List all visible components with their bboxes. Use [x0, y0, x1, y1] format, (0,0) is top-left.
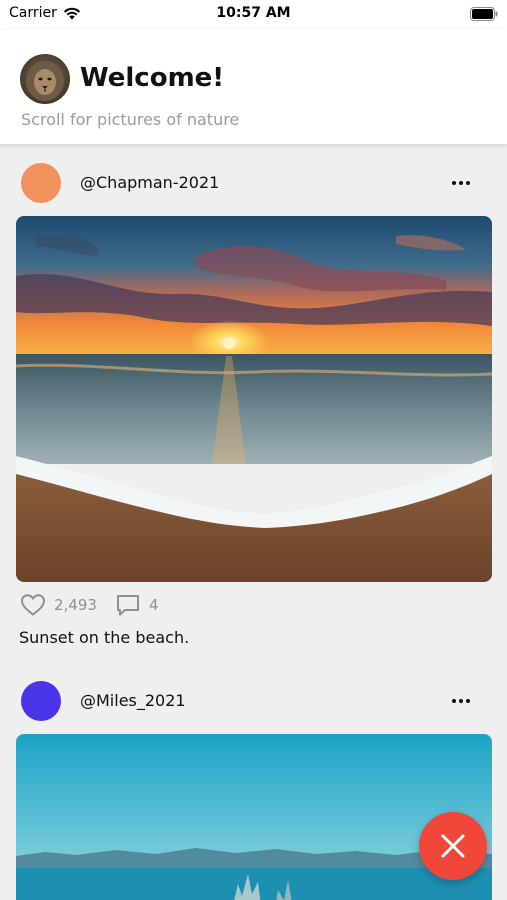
comment-count: 4 — [148, 596, 159, 614]
avatar[interactable] — [20, 54, 70, 104]
post-avatar[interactable] — [21, 681, 61, 721]
page-subtitle: Scroll for pictures of nature — [21, 110, 240, 129]
post-avatar[interactable] — [21, 163, 61, 203]
sunset-beach-photo — [16, 216, 492, 582]
comment-icon — [116, 595, 139, 616]
comment-button[interactable]: 4 — [115, 593, 159, 617]
status-bar: Carrier 10:57 AM — [0, 0, 507, 30]
post-image-sunset-beach[interactable] — [16, 216, 492, 582]
dot-icon — [459, 699, 463, 703]
status-time: 10:57 AM — [216, 5, 291, 21]
page-title: Welcome! — [80, 63, 225, 93]
dot-icon — [459, 181, 463, 185]
post-image-sea-mountains[interactable] — [16, 734, 492, 900]
more-options-button[interactable] — [446, 173, 476, 193]
post-header: @Miles_2021 — [0, 681, 507, 721]
post-actions: 2,493 4 — [20, 593, 177, 617]
like-count: 2,493 — [54, 596, 97, 614]
lion-avatar-icon — [26, 61, 64, 101]
dot-icon — [452, 181, 456, 185]
dot-icon — [466, 181, 470, 185]
close-fab-button[interactable] — [419, 812, 487, 880]
heart-icon — [20, 594, 46, 616]
post-username[interactable]: @Miles_2021 — [80, 691, 186, 710]
close-icon — [441, 834, 465, 858]
post-header: @Chapman-2021 — [0, 163, 507, 203]
app-header: Welcome! Scroll for pictures of nature — [0, 30, 507, 145]
dot-icon — [452, 699, 456, 703]
post-caption: Sunset on the beach. — [19, 628, 190, 647]
more-options-button[interactable] — [446, 691, 476, 711]
like-button[interactable]: 2,493 — [20, 593, 97, 617]
post-username[interactable]: @Chapman-2021 — [80, 173, 219, 192]
dot-icon — [466, 699, 470, 703]
battery-icon — [470, 7, 498, 21]
blue-sea-mountains-photo — [16, 734, 492, 900]
